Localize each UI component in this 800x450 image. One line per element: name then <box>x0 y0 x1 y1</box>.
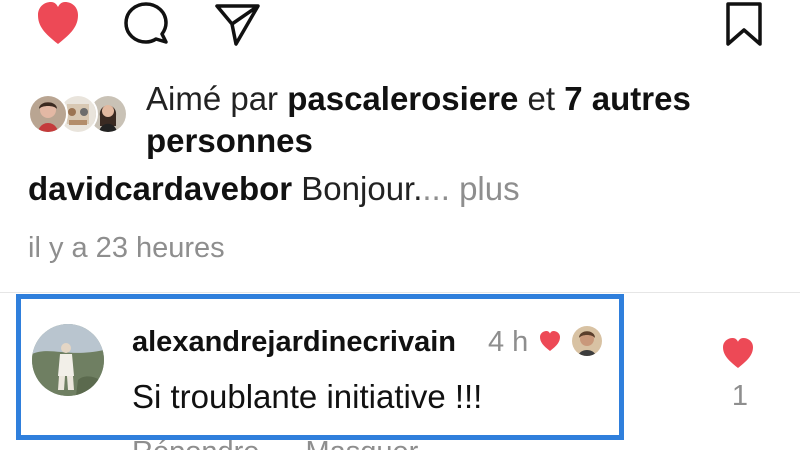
caption-username[interactable]: davidcardavebor <box>28 170 292 207</box>
likes-summary[interactable]: Aimé par pascalerosiere et 7 autres pers… <box>28 78 788 159</box>
comment-like-heart-icon[interactable] <box>720 336 756 370</box>
post-caption: davidcardavebor Bonjour.... plus <box>28 168 788 210</box>
caption-text: Bonjour. <box>292 170 423 207</box>
comment-like-count: 1 <box>731 380 749 412</box>
liker-username-link[interactable]: pascalerosiere <box>287 80 518 117</box>
likes-middle: et <box>518 80 565 117</box>
comment-highlight-box <box>16 294 624 440</box>
post-timestamp: il y a 23 heures <box>28 232 225 264</box>
likes-prefix: Aimé par <box>146 80 288 117</box>
heart-filled-icon[interactable] <box>34 0 82 48</box>
divider <box>0 292 800 293</box>
paper-plane-icon[interactable] <box>212 0 262 48</box>
bookmark-icon[interactable] <box>724 0 764 48</box>
comment-bubble-icon[interactable] <box>122 0 170 48</box>
caption-more-link[interactable]: ... plus <box>422 170 519 207</box>
post-action-bar <box>0 0 800 60</box>
avatar <box>28 94 68 134</box>
likes-text: Aimé par pascalerosiere et 7 autres pers… <box>146 78 786 162</box>
liker-avatars <box>28 94 132 134</box>
